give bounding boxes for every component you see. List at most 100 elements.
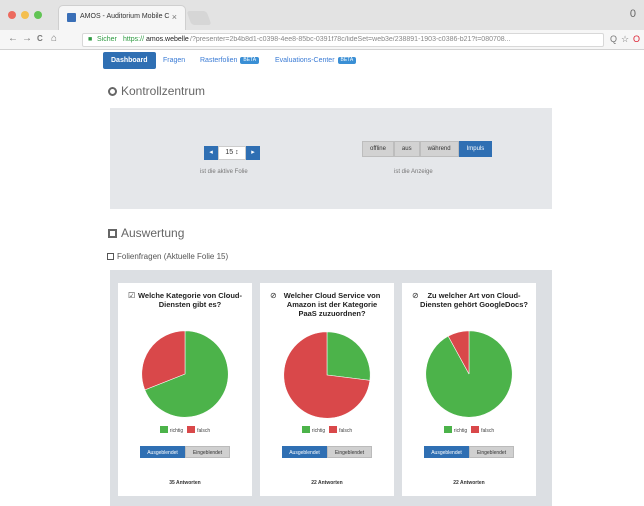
gauge-icon — [108, 87, 117, 96]
pie-slice-correct — [326, 331, 371, 381]
browser-titlebar: AMOS - Auditorium Mobile C × 0 — [0, 0, 644, 30]
tab-fragen[interactable]: Fragen — [163, 52, 185, 69]
correct-swatch — [301, 426, 310, 433]
legend-wrong-label: falsch — [481, 428, 495, 434]
beta-badge: BETA — [240, 56, 260, 64]
visibility-toggle: Ausgeblendet Eingeblendet — [424, 446, 514, 458]
answer-pie-chart — [141, 330, 229, 418]
pie-legend: richtig falsch — [402, 426, 536, 434]
question-text: Zu welcher Art von Cloud-Diensten gehört… — [420, 291, 528, 309]
stepper-caption: ist die aktive Folie — [200, 169, 248, 175]
reload-icon[interactable]: C — [37, 34, 43, 43]
legend-wrong: falsch — [329, 426, 352, 434]
answer-count: 22 Antworten — [311, 480, 343, 486]
url-protocol: https:// — [123, 36, 145, 43]
correct-swatch — [443, 426, 452, 433]
show-results-button[interactable]: Eingeblendet — [185, 446, 230, 458]
slide-stepper: ◂ 15 ↕ ▸ — [204, 146, 260, 160]
previous-slide-button[interactable]: ◂ — [204, 146, 218, 160]
amos-favicon-icon — [67, 13, 76, 22]
mode-waehrend-button[interactable]: während — [419, 141, 459, 157]
correct-swatch — [159, 426, 168, 433]
question-card: ⊘ Zu welcher Art von Cloud-Diensten gehör… — [402, 283, 536, 496]
browser-tab[interactable]: AMOS - Auditorium Mobile C × — [58, 5, 186, 30]
legend-wrong: falsch — [471, 426, 494, 434]
legend-correct: richtig — [443, 426, 468, 434]
display-mode-selector: offline aus während Impuls — [362, 141, 493, 157]
visibility-toggle: Ausgeblendet Eingeblendet — [282, 446, 372, 458]
legend-correct-label: richtig — [169, 428, 184, 434]
section-kontrollzentrum: Kontrollzentrum — [108, 84, 205, 98]
question-text: Welche Kategorie von Cloud-Diensten gibt… — [137, 291, 243, 309]
question-text: Welcher Cloud Service von Amazon ist der… — [283, 291, 381, 318]
extension-icon[interactable]: O — [633, 34, 640, 44]
profile-icon[interactable]: 0 — [630, 8, 636, 20]
lock-icon: ■ — [88, 36, 93, 43]
folienfragen-heading: Folienfragen (Aktuelle Folie 15) — [107, 252, 228, 261]
section-auswertung: Auswertung — [108, 226, 184, 240]
tab-evaluations-center[interactable]: Evaluations-Center BETA — [275, 52, 357, 69]
secure-label: Sicher — [97, 36, 117, 43]
search-icon[interactable]: Q — [610, 34, 617, 44]
mode-aus-button[interactable]: aus — [393, 141, 420, 157]
next-slide-button[interactable]: ▸ — [246, 146, 260, 160]
tab-rasterfolien[interactable]: Rasterfolien BETA — [200, 52, 260, 69]
slide-number-field[interactable]: 15 ↕ — [218, 146, 246, 160]
home-icon[interactable]: ⌂ — [51, 33, 57, 44]
show-results-button[interactable]: Eingeblendet — [327, 446, 372, 458]
question-status-icon: ⊘ — [270, 291, 277, 300]
answer-count: 22 Antworten — [453, 480, 485, 486]
url-path: /?presenter=2b4b8d1-c0398-4ee8-85bc-0391… — [190, 36, 511, 43]
legend-correct-label: richtig — [311, 428, 326, 434]
forward-icon[interactable]: → — [22, 33, 32, 44]
legend-wrong-label: falsch — [197, 428, 211, 434]
tab-rasterfolien-label: Rasterfolien — [200, 57, 238, 64]
auswertung-title: Auswertung — [121, 226, 185, 240]
visibility-toggle: Ausgeblendet Eingeblendet — [140, 446, 230, 458]
tab-evaluations-label: Evaluations-Center — [275, 57, 335, 64]
answer-pie-chart — [283, 331, 371, 419]
folienfragen-title: Folienfragen (Aktuelle Folie 15) — [117, 252, 229, 261]
hide-results-button[interactable]: Ausgeblendet — [424, 446, 469, 458]
star-icon[interactable]: ☆ — [621, 34, 629, 45]
tab-dashboard[interactable]: Dashboard — [103, 52, 156, 69]
question-status-icon: ⊘ — [412, 291, 419, 300]
pie-legend: richtig falsch — [118, 426, 252, 434]
address-bar[interactable]: ■ Sicher https:// amos.webelle /?present… — [82, 33, 604, 47]
close-tab-icon[interactable]: × — [172, 12, 177, 22]
legend-correct-label: richtig — [453, 428, 468, 434]
browser-tab-title: AMOS - Auditorium Mobile C — [80, 13, 170, 20]
question-card: ⊘ Welcher Cloud Service von Amazon ist de… — [260, 283, 394, 496]
maximize-window-button[interactable] — [34, 11, 42, 19]
url-host: amos.webelle — [146, 36, 189, 43]
segment-caption: ist die Anzeige — [394, 169, 433, 175]
question-card: ☑ Welche Kategorie von Cloud-Diensten gib… — [118, 283, 252, 496]
answer-count: 35 Antworten — [169, 480, 201, 486]
hide-results-button[interactable]: Ausgeblendet — [282, 446, 327, 458]
legend-wrong-label: falsch — [339, 428, 353, 434]
legend-wrong: falsch — [187, 426, 210, 434]
mode-impuls-button[interactable]: Impuls — [458, 141, 493, 157]
question-status-icon: ☑ — [128, 291, 136, 300]
back-icon[interactable]: ← — [8, 33, 18, 44]
wrong-swatch — [471, 426, 480, 433]
hide-results-button[interactable]: Ausgeblendet — [140, 446, 185, 458]
close-window-button[interactable] — [8, 11, 16, 19]
beta-badge: BETA — [337, 56, 357, 64]
show-results-button[interactable]: Eingeblendet — [469, 446, 514, 458]
pie-legend: richtig falsch — [260, 426, 394, 434]
minimize-window-button[interactable] — [21, 11, 29, 19]
wrong-swatch — [329, 426, 338, 433]
window-controls — [8, 11, 42, 19]
browser-toolbar: ← → C ⌂ ■ Sicher https:// amos.webelle /… — [0, 30, 644, 50]
answer-pie-chart — [425, 330, 513, 418]
mode-offline-button[interactable]: offline — [362, 141, 394, 157]
kontrollzentrum-title: Kontrollzentrum — [121, 84, 206, 98]
new-tab-button[interactable] — [186, 11, 212, 25]
chart-icon — [108, 229, 117, 238]
checkbox-icon — [107, 253, 114, 260]
kontrollzentrum-panel: ◂ 15 ↕ ▸ ist die aktive Folie offline au… — [110, 108, 552, 209]
wrong-swatch — [187, 426, 196, 433]
legend-correct: richtig — [301, 426, 326, 434]
legend-correct: richtig — [159, 426, 184, 434]
